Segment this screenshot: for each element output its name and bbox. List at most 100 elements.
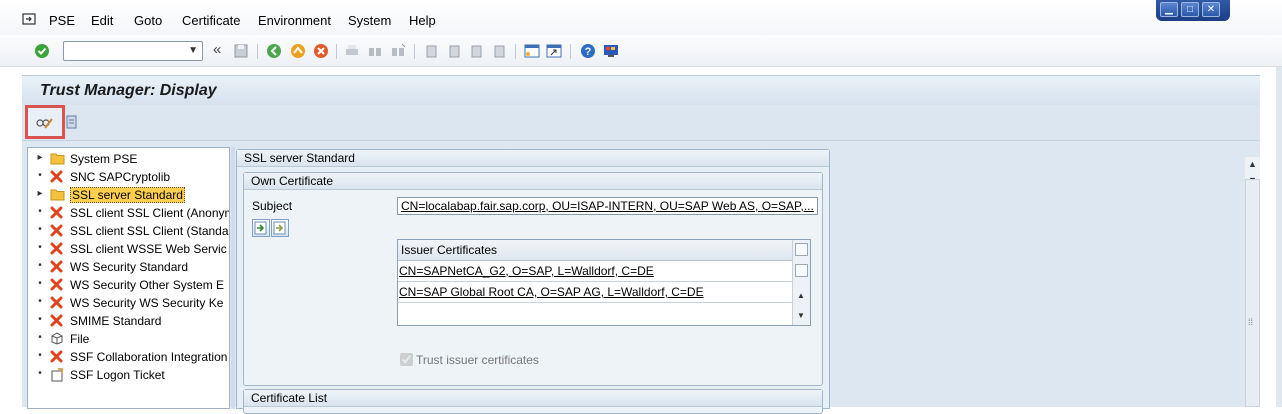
maximize-icon[interactable]: □ — [1181, 2, 1199, 17]
tree-item-label: WS Security Standard — [70, 260, 189, 274]
tree-item[interactable]: ▸ SSL server Standard — [28, 186, 229, 204]
splitter[interactable] — [231, 147, 235, 409]
menu-help[interactable]: Help — [409, 13, 436, 28]
bullet-icon: • — [38, 314, 42, 325]
error-x-icon — [50, 170, 65, 183]
first-page-icon[interactable] — [423, 43, 439, 59]
table-row[interactable]: CN=SAPNetCA_G2, O=SAP, L=Walldorf, C=DE — [398, 261, 793, 282]
toolbar-separator — [336, 44, 337, 59]
tree-item[interactable]: • SSL client SSL Client (Anonym — [28, 204, 230, 222]
tree-item-label: File — [70, 332, 90, 346]
scroll-up-icon[interactable]: ▲ — [1248, 159, 1257, 169]
tree-item[interactable]: • File — [28, 330, 229, 348]
tree-item-label: SSF Collaboration Integration — [70, 350, 228, 364]
tree-item[interactable]: • SSF Collaboration Integration — [28, 348, 229, 366]
next-page-icon[interactable] — [469, 43, 485, 59]
tree-item[interactable]: • WS Security Standard — [28, 258, 229, 276]
subject-label: Subject — [252, 199, 293, 213]
tree-item[interactable]: • WS Security WS Security Ke — [28, 294, 229, 312]
error-x-icon — [50, 224, 65, 237]
tree-item[interactable]: • SMIME Standard — [28, 312, 229, 330]
issuer-table-header: Issuer Certificates — [398, 240, 793, 261]
menu-certificate[interactable]: Certificate — [182, 13, 241, 28]
back-icon[interactable] — [266, 43, 282, 59]
bullet-icon: • — [38, 332, 42, 343]
close-icon[interactable]: ✕ — [1202, 2, 1220, 17]
panel-header: SSL server Standard — [237, 150, 829, 167]
tree-item[interactable]: • SNC SAPCryptolib — [28, 168, 229, 186]
exit-icon[interactable] — [290, 43, 306, 59]
folder-icon — [50, 152, 65, 165]
tree-item-label: SSL client WSSE Web Servic — [70, 242, 227, 256]
last-page-icon[interactable] — [492, 43, 508, 59]
application-toolbar — [22, 105, 1260, 141]
error-x-icon — [50, 242, 65, 255]
error-x-icon — [50, 296, 65, 309]
shortcut-icon[interactable] — [546, 43, 562, 59]
issuer-certificates-table: Issuer Certificates CN=SAPNetCA_G2, O=SA… — [397, 239, 811, 326]
tree-item[interactable]: ▸ System PSE — [28, 150, 229, 168]
expand-triangle-icon[interactable]: ▸ — [36, 188, 44, 199]
bullet-icon: • — [38, 206, 42, 217]
display-change-button[interactable] — [25, 105, 65, 139]
chevron-down-icon[interactable]: ▼ — [188, 45, 198, 56]
own-certificate-header: Own Certificate — [244, 173, 822, 190]
enter-icon[interactable] — [34, 43, 50, 59]
table-row-empty[interactable] — [398, 303, 793, 324]
command-input[interactable] — [64, 42, 182, 60]
menu-goto[interactable]: Goto — [134, 13, 162, 28]
menu-pse[interactable]: PSE — [49, 13, 75, 28]
trust-issuer-check[interactable] — [400, 353, 413, 366]
tree-item[interactable]: • SSL client WSSE Web Servic — [28, 240, 229, 258]
create-session-icon[interactable] — [524, 43, 540, 59]
command-field[interactable]: ▼ — [63, 41, 203, 61]
system-menu-icon[interactable] — [22, 12, 38, 26]
scroll-up-icon[interactable]: ▲ — [797, 291, 805, 300]
tree-item-label: SSL client SSL Client (Standa — [70, 224, 229, 238]
row-select-icon[interactable] — [795, 264, 808, 277]
help-icon[interactable]: ? — [580, 43, 596, 59]
error-x-icon — [50, 206, 65, 219]
certificate-list-group: Certificate List — [243, 389, 823, 414]
tree-item-label: SMIME Standard — [70, 314, 162, 328]
bullet-icon: • — [38, 242, 42, 253]
import-certificate-button[interactable] — [252, 219, 270, 237]
certificate-list-header: Certificate List — [244, 390, 822, 407]
standard-toolbar: ▼ « ? — [0, 35, 1282, 67]
customize-layout-icon[interactable] — [603, 43, 619, 59]
save-icon[interactable] — [233, 43, 249, 59]
own-certificate-group: Own Certificate Subject CN=localabap.fai… — [243, 172, 823, 386]
issuer-table-scrollbar[interactable]: ▲ ▼ — [792, 240, 810, 325]
tree-item-label: SSL client SSL Client (Anonym — [70, 206, 230, 220]
bullet-icon: • — [38, 260, 42, 271]
menu-system[interactable]: System — [348, 13, 391, 28]
double-chevron-left-icon[interactable]: « — [213, 41, 221, 58]
print-icon[interactable] — [344, 43, 360, 59]
table-row[interactable]: CN=SAP Global Root CA, O=SAP AG, L=Walld… — [398, 282, 793, 303]
bullet-icon: • — [38, 224, 42, 235]
minimize-icon[interactable]: ▁ — [1160, 2, 1178, 17]
tree-item[interactable]: • SSF Logon Ticket — [28, 366, 229, 384]
find-next-icon[interactable] — [390, 43, 406, 59]
scrollbar-thumb[interactable] — [1245, 179, 1260, 407]
export-certificate-button[interactable] — [271, 219, 289, 237]
cancel-icon[interactable] — [313, 43, 329, 59]
vertical-scrollbar[interactable]: ▲ ▼ ⁞⁞ — [1245, 157, 1260, 407]
subject-field[interactable]: CN=localabap.fair.sap.corp, OU=ISAP-INTE… — [397, 197, 818, 215]
pse-icon[interactable] — [66, 115, 78, 131]
tree-item[interactable]: • SSL client SSL Client (Standa — [28, 222, 229, 240]
trust-issuer-label: Trust issuer certificates — [416, 353, 539, 367]
scroll-down-icon[interactable]: ▼ — [797, 311, 805, 320]
menu-edit[interactable]: Edit — [91, 13, 113, 28]
content-area: ▸ System PSE • SNC SAPCryptolib ▸ SSL server … — [22, 141, 1260, 414]
trust-issuer-checkbox[interactable]: Trust issuer certificates — [400, 353, 539, 367]
menu-environment[interactable]: Environment — [258, 13, 331, 28]
column-select-icon[interactable] — [795, 243, 808, 256]
previous-page-icon[interactable] — [446, 43, 462, 59]
error-x-icon — [50, 350, 65, 363]
bullet-icon: • — [38, 170, 42, 181]
tree-item[interactable]: • WS Security Other System E — [28, 276, 229, 294]
find-icon[interactable] — [367, 43, 383, 59]
expand-triangle-icon[interactable]: ▸ — [36, 152, 44, 163]
toolbar-separator — [414, 44, 415, 59]
